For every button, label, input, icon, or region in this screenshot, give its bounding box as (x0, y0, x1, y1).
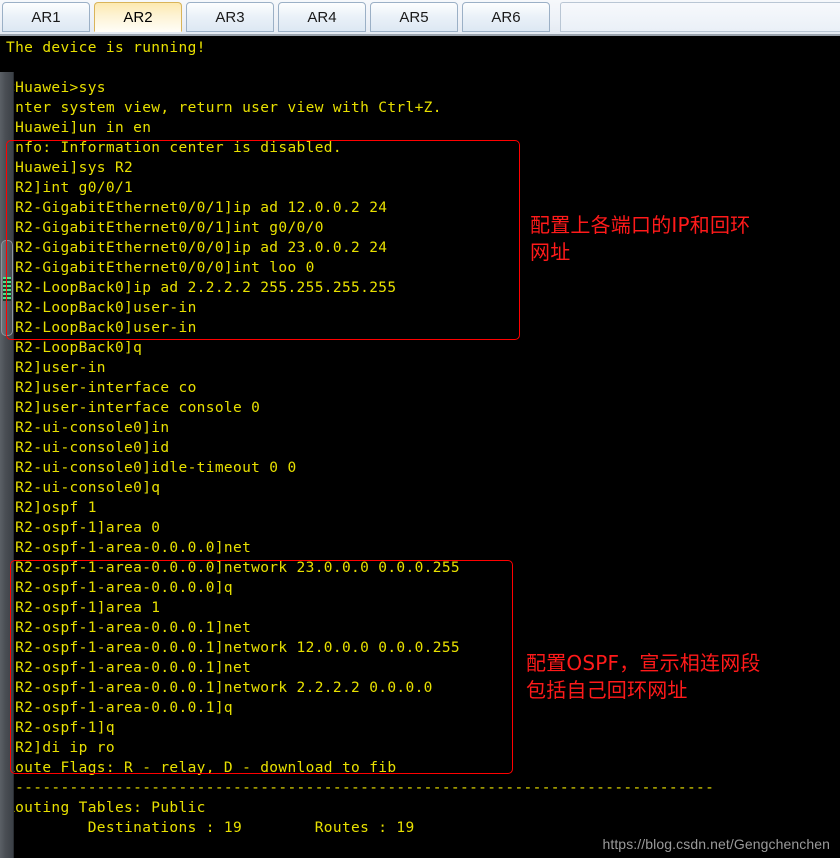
tab-ar5[interactable]: AR5 (370, 2, 458, 32)
tab-bar-filler (560, 2, 840, 32)
console-line: Destinations : 19 Routes : 19 (6, 820, 415, 836)
console-line: Routing Tables: Public (6, 800, 206, 816)
console-line: [R2-LoopBack0]q (6, 340, 143, 356)
console-line: [R2]di ip ro (6, 740, 115, 756)
tab-label: AR6 (491, 8, 521, 26)
tab-ar2[interactable]: AR2 (94, 2, 182, 32)
console-line: [R2-ui-console0]id (6, 440, 170, 456)
console-line: [R2]int g0/0/1 (6, 180, 134, 196)
console-line: [R2-ospf-1]q (6, 720, 115, 736)
console-line: [R2]user-interface co (6, 380, 197, 396)
console-line: Enter system view, return user view with… (6, 100, 442, 116)
annotation-ospf-config: 配置OSPF，宣示相连网段 包括自己回环网址 (526, 651, 761, 702)
console-line: [Huawei]un in en (6, 120, 152, 136)
tab-label: AR2 (123, 8, 153, 26)
annotation-interface-config: 配置上各端口的IP和回环 网址 (530, 213, 751, 264)
tab-bar: AR1 AR2 AR3 AR4 AR5 AR6 (0, 0, 840, 36)
console-line: [R2-ospf-1-area-0.0.0.0]network 23.0.0.0… (6, 560, 460, 576)
console-line: [R2-LoopBack0]user-in (6, 300, 197, 316)
tab-ar3[interactable]: AR3 (186, 2, 274, 32)
console-line: [R2-ui-console0]q (6, 480, 161, 496)
console-line: Route Flags: R - relay, D - download to … (6, 760, 397, 776)
console-line: ----------------------------------------… (6, 780, 715, 796)
console-line: [R2-ospf-1-area-0.0.0.0]q (6, 580, 233, 596)
console-line: [R2-ospf-1-area-0.0.0.0]net (6, 540, 252, 556)
console-line: The device is running! (6, 40, 206, 56)
console-line: [R2-ospf-1]area 0 (6, 520, 161, 536)
console-line: [R2-ospf-1-area-0.0.0.1]net (6, 620, 252, 636)
console-scrollbar[interactable] (0, 72, 14, 858)
console-line: [R2]user-interface console 0 (6, 400, 261, 416)
tab-label: AR5 (399, 8, 429, 26)
tab-label: AR4 (307, 8, 337, 26)
console-output-pane[interactable]: The device is running! <Huawei>sys Enter s… (0, 36, 840, 858)
scrollbar-thumb[interactable] (1, 240, 13, 336)
tab-ar1[interactable]: AR1 (2, 2, 90, 32)
console-line: <Huawei>sys (6, 80, 106, 96)
console-line: [Huawei]sys R2 (6, 160, 134, 176)
console-line: [R2-LoopBack0]user-in (6, 320, 197, 336)
console-line: [R2-LoopBack0]ip ad 2.2.2.2 255.255.255.… (6, 280, 397, 296)
console-line: Info: Information center is disabled. (6, 140, 342, 156)
console-line: [R2-ui-console0]in (6, 420, 170, 436)
tab-ar6[interactable]: AR6 (462, 2, 550, 32)
tab-label: AR1 (31, 8, 61, 26)
tab-list: AR1 AR2 AR3 AR4 AR5 AR6 (2, 2, 554, 34)
console-line: [R2-ospf-1]area 1 (6, 600, 161, 616)
console-text: The device is running! <Huawei>sys Enter s… (6, 38, 840, 838)
console-line: [R2]ospf 1 (6, 500, 97, 516)
scrollbar-grip-icon (3, 277, 11, 301)
console-line: [R2]user-in (6, 360, 106, 376)
console-line: [R2-ui-console0]idle-timeout 0 0 (6, 460, 297, 476)
tab-ar4[interactable]: AR4 (278, 2, 366, 32)
watermark: https://blog.csdn.net/Gengchenchen (602, 836, 830, 852)
tab-label: AR3 (215, 8, 245, 26)
